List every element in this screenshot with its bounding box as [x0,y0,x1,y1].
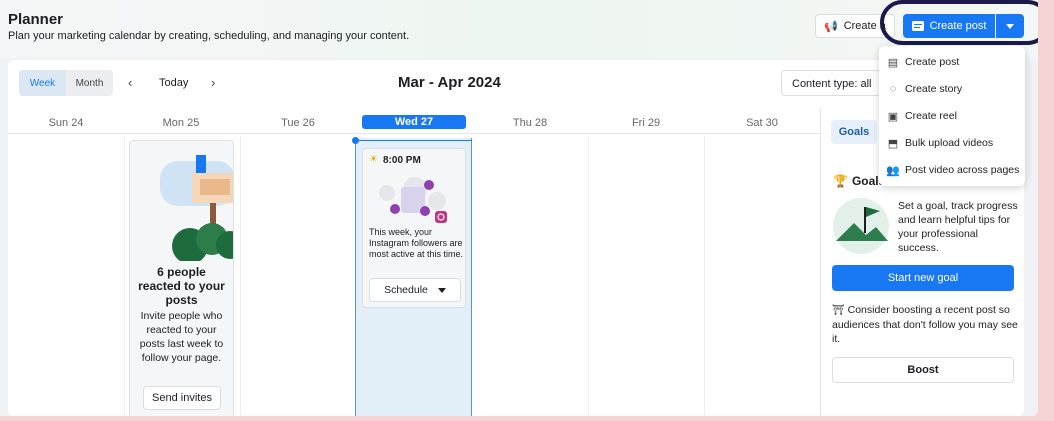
menu-item-create-reel[interactable]: ▣ Create reel [879,103,1025,129]
menu-item-label: Post video across pages [905,164,1020,176]
calendar-panel: Week Month ‹ Today › Mar - Apr 2024 Cont… [8,60,1024,416]
content-type-label: Content type: all [792,78,872,90]
day-column-divider [124,136,125,416]
menu-item-label: Create story [905,83,963,95]
upload-icon: ⬒ [887,137,899,150]
post-icon: ▤ [887,56,899,69]
people-icon: 👥 [886,164,900,177]
day-column-divider [588,136,589,416]
chevron-left-icon[interactable]: ‹ [128,75,132,90]
day-header: Tue 26 [281,117,315,129]
current-time-line [358,140,472,141]
today-button[interactable]: Today [159,77,188,89]
day-header: Sat 30 [746,117,778,129]
trophy-icon: 🏆 [833,174,848,188]
sun-icon: ☀ [369,154,378,165]
send-invites-button[interactable]: Send invites [143,386,221,410]
tab-goals[interactable]: Goals [831,120,877,144]
insight-time: 8:00 PM [383,155,421,166]
megaphone-icon: 📢 [824,20,838,33]
day-header: Mon 25 [162,117,200,129]
boost-suggestion: ⛩ Consider boosting a recent post so aud… [832,303,1018,346]
boost-suggestion-text: Consider boosting a recent post so audie… [832,304,1018,345]
menu-item-label: Create reel [905,110,957,122]
menu-item-create-post[interactable]: ▤ Create post [879,49,1025,75]
mailbox-illustration [160,155,233,261]
start-new-goal-button[interactable]: Start new goal [832,265,1014,291]
content-type-filter[interactable]: Content type: all [781,70,881,96]
day-column-divider [704,136,705,416]
menu-item-label: Bulk upload videos [905,137,994,149]
chevron-right-icon[interactable]: › [211,75,215,90]
month-view-button[interactable]: Month [66,70,113,96]
menu-item-post-across-pages[interactable]: 👥 Post video across pages [879,157,1025,183]
menu-item-create-story[interactable]: ◌ Create story [879,76,1025,102]
insight-card: ☀ 8:00 PM This week, your Instagram foll… [362,148,466,308]
planner-app: Planner Plan your marketing calendar by … [0,0,1038,416]
view-switcher: Week Month [19,70,113,96]
goals-heading: 🏆 Goals [833,174,885,188]
menu-item-bulk-upload[interactable]: ⬒ Bulk upload videos [879,130,1025,156]
story-icon: ◌ [889,83,897,95]
highlight-ring [880,0,1038,45]
menu-item-label: Create post [905,56,960,68]
activity-illustration [379,177,447,223]
goal-flag-illustration [833,198,889,254]
page-title: Planner [8,11,64,28]
reactions-heading: 6 people reacted to your posts [138,265,225,307]
caret-down-icon [437,287,446,293]
day-header-current: Wed 27 [362,115,466,129]
create-dropdown-menu: ▤ Create post ◌ Create story ▣ Create re… [879,46,1025,186]
day-header: Thu 28 [512,117,548,129]
date-range: Mar - Apr 2024 [398,74,501,91]
day-header: Fri 29 [631,117,661,129]
day-header-row: Sun 24 Mon 25 Tue 26 Wed 27 Thu 28 Fri 2… [8,114,820,134]
schedule-label: Schedule [384,284,428,296]
insight-text: This week, your Instagram followers are … [369,227,464,259]
boost-icon: ⛩ [832,305,845,316]
day-column-divider [240,136,241,416]
goals-text: Set a goal, track progress and learn hel… [898,200,1018,254]
boost-button[interactable]: Boost [832,357,1014,383]
reactions-card: 6 people reacted to your posts Invite pe… [129,140,234,416]
current-time-dot [352,137,359,144]
reactions-body: Invite people who reacted to your posts … [139,310,224,364]
reel-icon: ▣ [887,110,899,123]
week-view-button[interactable]: Week [19,70,66,96]
schedule-button[interactable]: Schedule [369,278,461,302]
day-header: Sun 24 [48,117,84,129]
page-subtitle: Plan your marketing calendar by creating… [8,30,410,42]
